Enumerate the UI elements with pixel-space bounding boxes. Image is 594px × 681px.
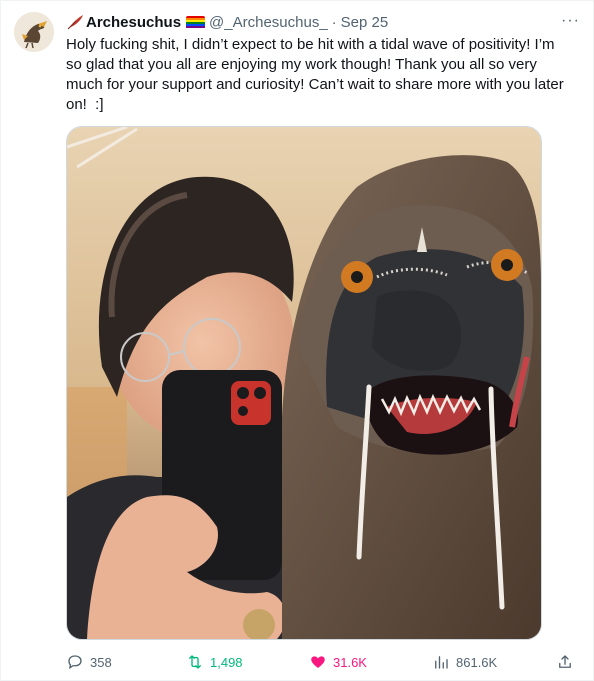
tweet-header: Archesuchus @_Archesuchus_ · Sep 25 <box>66 12 580 32</box>
display-name[interactable]: Archesuchus <box>86 14 181 31</box>
more-icon[interactable]: ··· <box>561 12 580 30</box>
views-button[interactable]: 861.6K <box>432 653 550 671</box>
share-icon <box>559 655 571 668</box>
retweet-count: 1,498 <box>210 654 243 670</box>
rainbow-flag-icon <box>186 15 206 29</box>
tweet-text: Holy fucking shit, I didn’t expect to be… <box>66 36 568 113</box>
like-count: 31.6K <box>333 654 367 670</box>
photo-image <box>67 127 541 639</box>
reply-button[interactable]: 358 <box>66 653 186 671</box>
user-handle[interactable]: @_Archesuchus_ <box>209 14 328 31</box>
like-button[interactable]: 31.6K <box>309 653 432 671</box>
views-count: 861.6K <box>456 654 498 670</box>
reply-count: 358 <box>90 654 112 670</box>
heart-icon <box>311 656 325 668</box>
retweet-icon <box>189 655 201 669</box>
feather-icon <box>67 15 83 30</box>
avatar-creature-icon <box>14 12 54 52</box>
tweet-date[interactable]: Sep 25 <box>341 14 389 31</box>
retweet-button[interactable]: 1,498 <box>186 653 309 671</box>
reply-icon <box>68 655 82 669</box>
tweet-photo[interactable] <box>66 126 542 640</box>
share-button[interactable] <box>556 653 580 671</box>
tweet-actions: 358 1,498 31.6K 861.6K <box>66 652 580 672</box>
avatar[interactable] <box>14 12 54 52</box>
separator-dot: · <box>331 13 337 31</box>
views-icon <box>435 656 448 669</box>
